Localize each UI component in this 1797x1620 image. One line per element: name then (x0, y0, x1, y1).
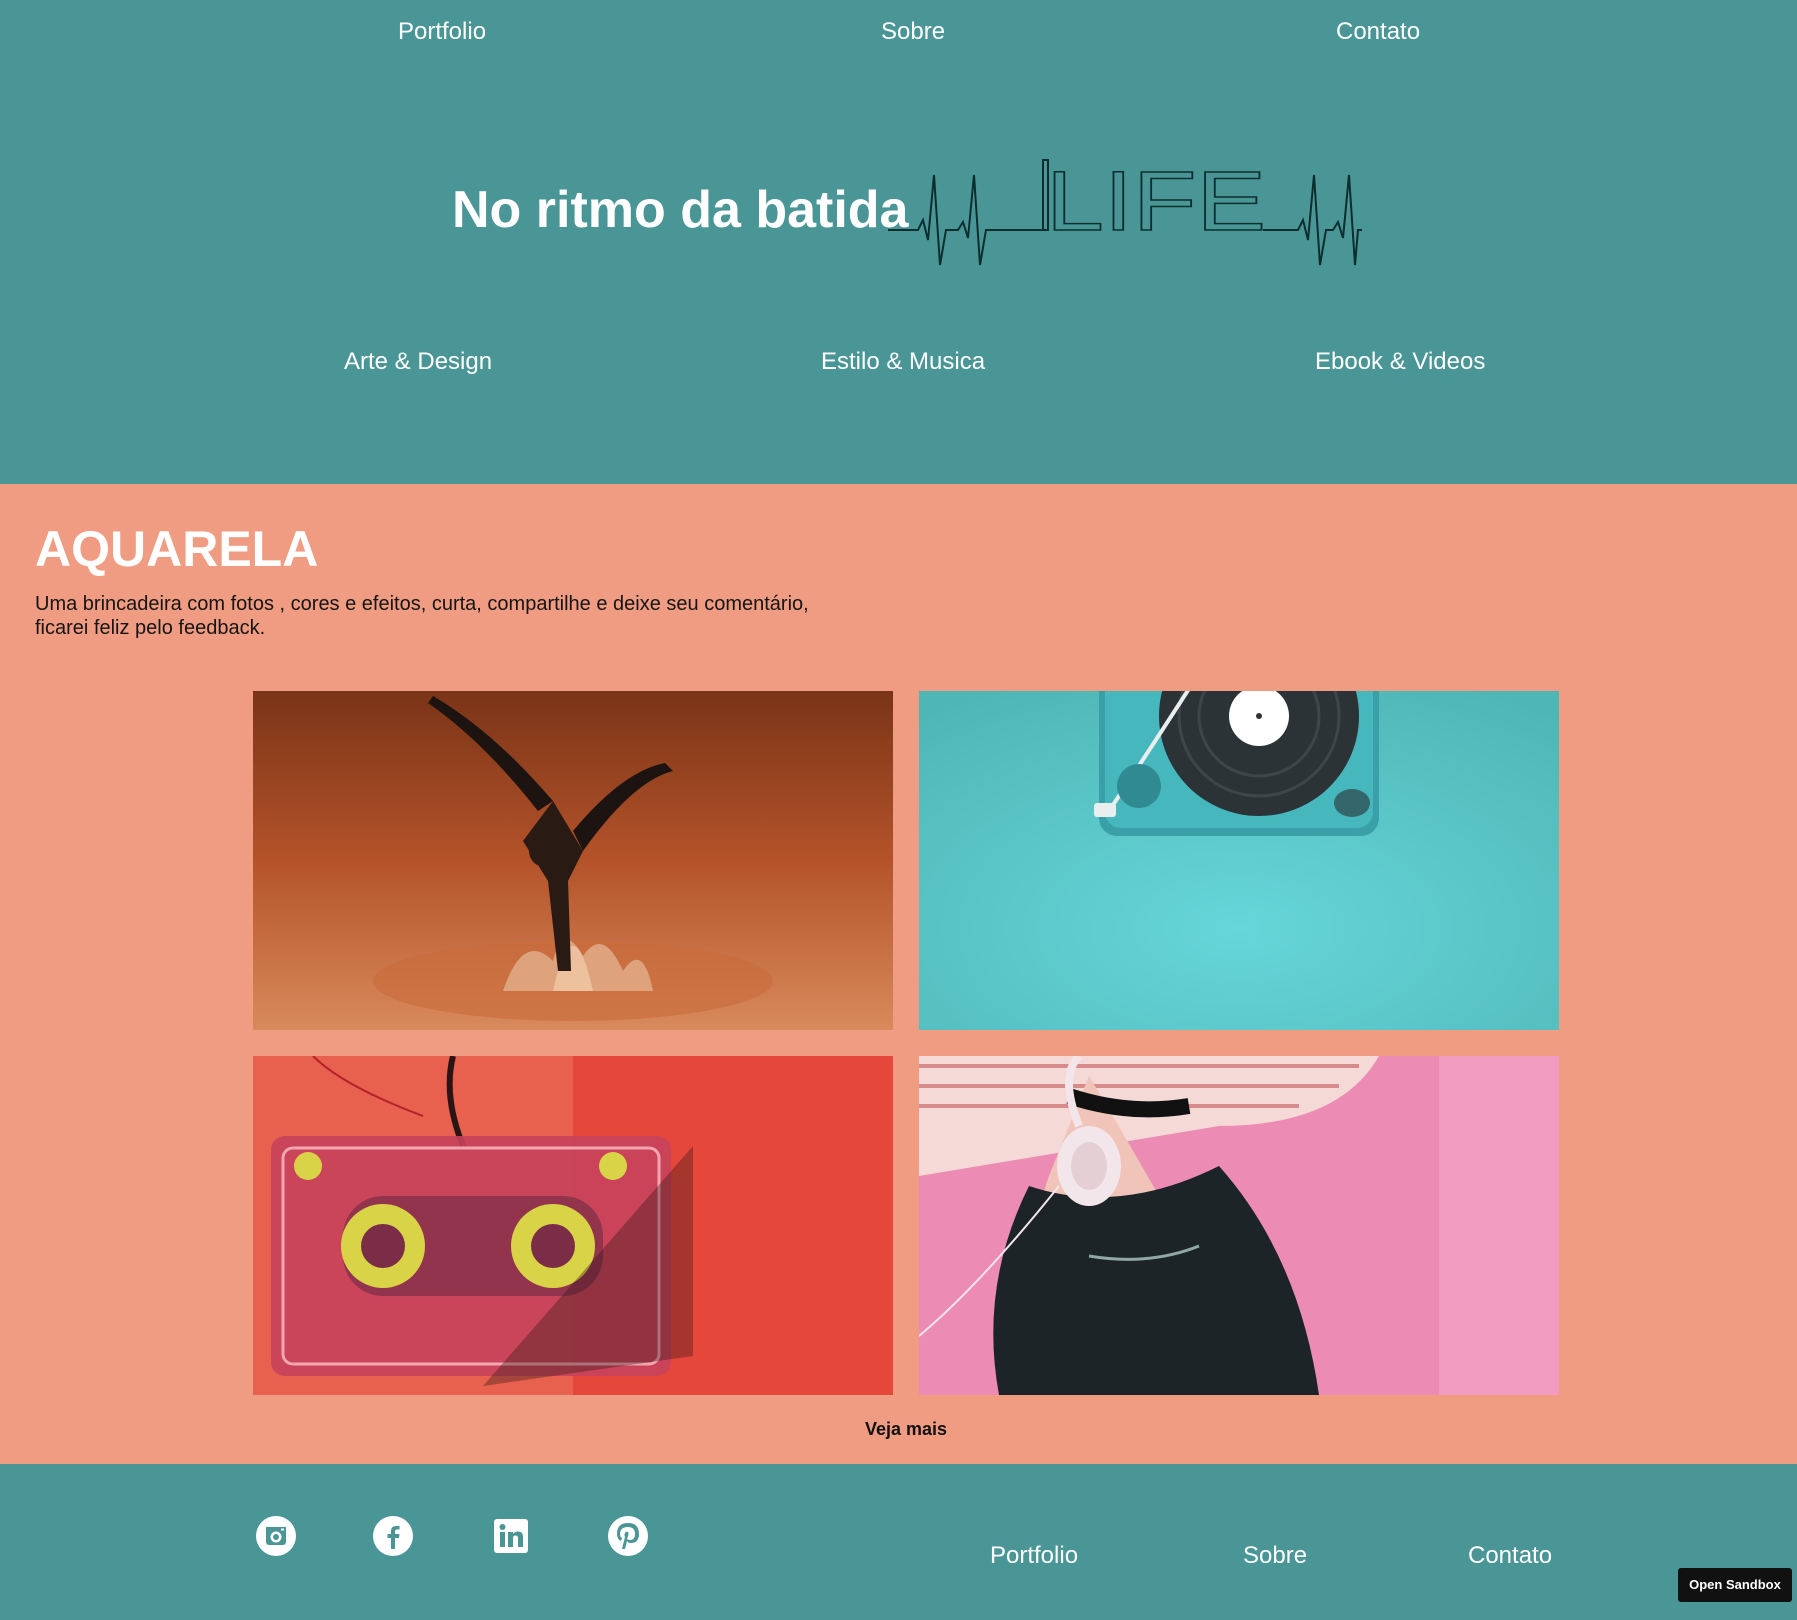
gallery-image-turntable[interactable] (919, 691, 1559, 1030)
cassette-tape-photo (253, 1056, 893, 1395)
category-ebook-videos[interactable]: Ebook & Videos (1315, 348, 1485, 376)
nav-link-contato[interactable]: Contato (1336, 18, 1420, 46)
footer-link-contato[interactable]: Contato (1468, 1542, 1552, 1570)
gallery-image-dancer[interactable] (253, 691, 893, 1030)
top-nav: Portfolio Sobre Contato (0, 0, 1797, 64)
aquarela-section: AQUARELA Uma brincadeira com fotos , cor… (0, 484, 1797, 1464)
footer-link-portfolio[interactable]: Portfolio (990, 1542, 1078, 1570)
life-logo-text: LIFE (1046, 154, 1266, 248)
pinterest-icon[interactable] (608, 1516, 648, 1556)
category-estilo-musica[interactable]: Estilo & Musica (821, 348, 985, 376)
gallery-image-cassette[interactable] (253, 1056, 893, 1395)
see-more-link[interactable]: Veja mais (0, 1419, 1797, 1440)
section-title: AQUARELA (35, 521, 319, 577)
open-sandbox-button[interactable]: Open Sandbox (1678, 1568, 1792, 1602)
nav-link-sobre[interactable]: Sobre (881, 18, 945, 46)
footer-link-sobre[interactable]: Sobre (1243, 1542, 1307, 1570)
girl-headphones-photo (919, 1056, 1559, 1395)
hero-title: No ritmo da batida (452, 181, 909, 239)
dancer-splash-photo (253, 691, 893, 1030)
nav-link-portfolio[interactable]: Portfolio (398, 18, 486, 46)
life-heartbeat-logo: LIFE (888, 153, 1362, 266)
linkedin-icon[interactable] (491, 1516, 531, 1556)
section-description: Uma brincadeira com fotos , cores e efei… (35, 593, 809, 639)
instagram-icon[interactable] (256, 1516, 296, 1556)
turntable-photo (919, 691, 1559, 1030)
footer: Portfolio Sobre Contato (0, 1464, 1797, 1620)
category-arte-design[interactable]: Arte & Design (344, 348, 492, 376)
gallery-image-headphones[interactable] (919, 1056, 1559, 1395)
facebook-icon[interactable] (373, 1516, 413, 1556)
